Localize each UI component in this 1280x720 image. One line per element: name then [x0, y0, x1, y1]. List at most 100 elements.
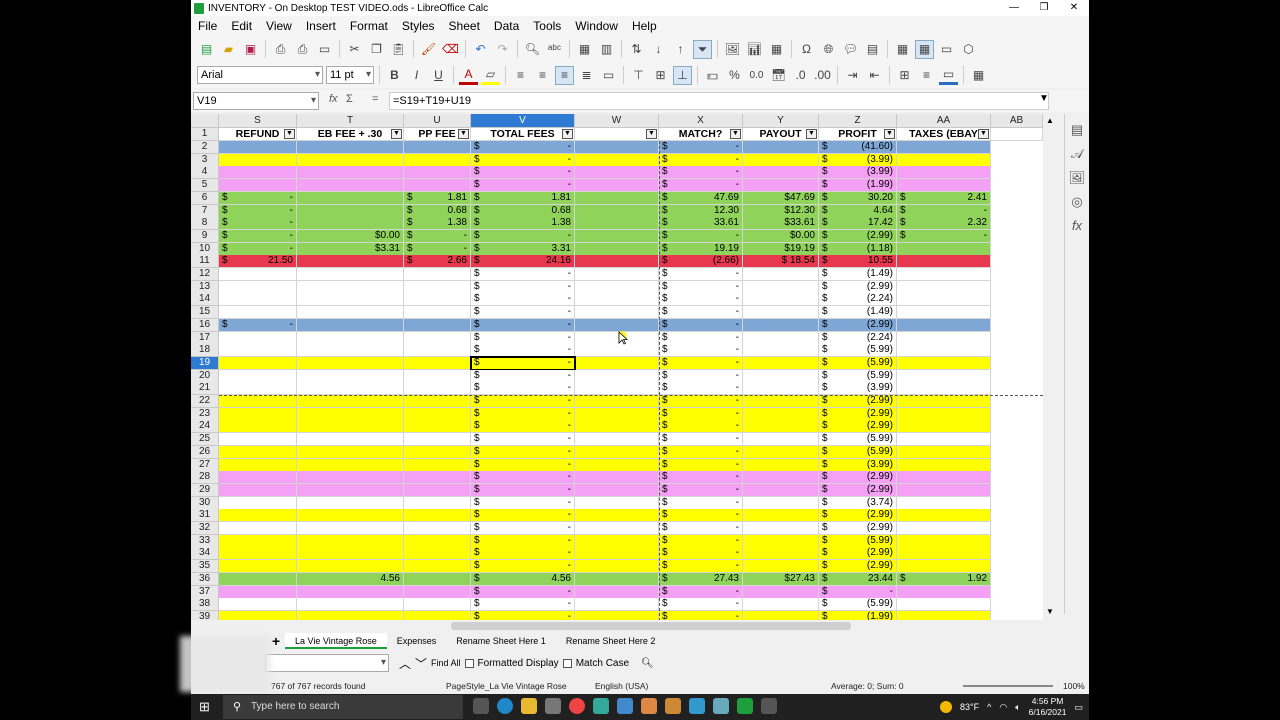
cell-u[interactable] [404, 382, 471, 396]
cell-w[interactable] [575, 483, 659, 497]
row-header[interactable]: 14 [191, 293, 219, 307]
cell-u[interactable] [404, 407, 471, 421]
export-pdf-icon[interactable]: ⎙ [271, 40, 290, 59]
merge-center-icon[interactable]: ▭ [599, 66, 618, 85]
cell-y[interactable] [743, 420, 819, 434]
cell-u[interactable] [404, 560, 471, 574]
print-icon[interactable]: ⎙ [293, 40, 312, 59]
chrome-icon[interactable] [569, 698, 585, 714]
cell-u[interactable] [404, 610, 471, 620]
cell-v[interactable]: $ - [471, 445, 575, 459]
menu-sheet[interactable]: Sheet [442, 19, 487, 33]
redo-icon[interactable]: ↷ [493, 40, 512, 59]
cell-s[interactable] [219, 331, 297, 345]
cell-x[interactable]: $19.19 [659, 242, 743, 256]
cell-u[interactable]: $1.38 [404, 217, 471, 231]
cell-aa[interactable] [897, 420, 991, 434]
freeze-rows-icon[interactable]: ▦ [915, 39, 934, 59]
cell-s[interactable]: $ - [219, 217, 297, 231]
column-header-x[interactable]: X [659, 114, 743, 128]
spelling-icon[interactable]: ᵃᵇᶜ [545, 40, 564, 59]
cell-w[interactable] [575, 585, 659, 599]
cell-s[interactable]: $ - [219, 242, 297, 256]
cell-z[interactable]: $ (2.99) [819, 280, 897, 294]
cell-t[interactable] [297, 153, 404, 167]
cell-w[interactable] [575, 268, 659, 281]
cell-aa[interactable] [897, 534, 991, 548]
split-window-icon[interactable]: ▭ [937, 40, 956, 59]
cell-aa[interactable] [897, 141, 991, 154]
network-icon[interactable]: ◠ [999, 702, 1007, 713]
match-case-checkbox[interactable] [562, 658, 572, 668]
cell-z[interactable]: $ (41.60) [819, 141, 897, 154]
cell-u[interactable]: $1.81 [404, 191, 471, 205]
find-previous-icon[interactable]: ︿ [399, 655, 411, 672]
cell-aa[interactable]: $ - [897, 229, 991, 243]
define-print-area-icon[interactable]: ▦ [893, 40, 912, 59]
cell-u[interactable] [404, 166, 471, 180]
insert-image-icon[interactable]: 🖼︎ [723, 40, 742, 59]
cell-u[interactable] [404, 356, 471, 370]
cell-v[interactable]: $ - [471, 534, 575, 548]
cell-x[interactable]: $ - [659, 153, 743, 167]
bold-button[interactable]: B [385, 66, 404, 85]
cell-x[interactable]: $ - [659, 598, 743, 612]
find-all-button[interactable]: Find All [431, 658, 461, 668]
cell-t[interactable] [297, 598, 404, 612]
clock[interactable]: 4:56 PM 6/16/2021 [1029, 696, 1067, 718]
cell-y[interactable]: $27.43 [743, 572, 819, 586]
cell-s[interactable] [219, 458, 297, 472]
cell-s[interactable]: $ - [219, 229, 297, 243]
cell-w[interactable] [575, 471, 659, 485]
save-icon[interactable]: ▣ [241, 40, 260, 59]
cell-z[interactable]: $ (1.18) [819, 242, 897, 256]
cell-w[interactable] [575, 382, 659, 396]
cell-aa[interactable] [897, 306, 991, 320]
find-replace-dialog-icon[interactable]: 🔍︎ [641, 658, 654, 669]
cell-u[interactable] [404, 585, 471, 599]
cell-s[interactable] [219, 610, 297, 620]
autofilter-dropdown-icon[interactable]: ▼ [646, 129, 657, 139]
cell-aa[interactable]: $2.32 [897, 217, 991, 231]
cell-s[interactable] [219, 483, 297, 497]
cell-v[interactable]: $ - [471, 268, 575, 281]
cell-x[interactable]: $ - [659, 306, 743, 320]
cell-t[interactable] [297, 306, 404, 320]
column-title-cell[interactable]: MATCH? ▼ [659, 128, 743, 141]
row-header[interactable]: 29 [191, 483, 219, 497]
cell-u[interactable] [404, 547, 471, 561]
column-header-v[interactable]: V [471, 114, 575, 128]
row-header[interactable]: 3 [191, 153, 219, 167]
cell-t[interactable] [297, 483, 404, 497]
italic-button[interactable]: I [407, 66, 426, 85]
sheet-tab[interactable]: La Vie Vintage Rose [285, 633, 387, 649]
row-header[interactable]: 19 [191, 356, 219, 370]
column-title-cell[interactable]: TAXES (EBAY ▼ [897, 128, 991, 141]
cell-z[interactable]: $ (5.99) [819, 344, 897, 358]
cell-s[interactable] [219, 496, 297, 510]
cell-z[interactable]: $ (5.99) [819, 356, 897, 370]
clone-formatting-icon[interactable]: 🖌︎ [419, 40, 438, 59]
cell-x[interactable]: $ - [659, 458, 743, 472]
cell-x[interactable]: $ (2.66) [659, 255, 743, 269]
cell-aa[interactable] [897, 483, 991, 497]
comment-icon[interactable]: 💬︎ [841, 40, 860, 59]
border-color-icon[interactable]: ▭ [939, 66, 958, 85]
row-header[interactable]: 20 [191, 369, 219, 383]
row-header[interactable]: 2 [191, 141, 219, 154]
cell-aa[interactable] [897, 560, 991, 574]
cell-t[interactable] [297, 407, 404, 421]
cell-s[interactable] [219, 445, 297, 459]
cell-z[interactable]: $ (2.24) [819, 293, 897, 307]
cell-z[interactable]: $ (2.99) [819, 522, 897, 535]
cell-z[interactable]: $ (2.99) [819, 547, 897, 561]
row-header[interactable]: 1 [191, 128, 219, 141]
cell-w[interactable] [575, 306, 659, 320]
app-icon[interactable] [641, 698, 657, 714]
cell-aa[interactable] [897, 585, 991, 599]
cell-y[interactable]: $ 18.54 [743, 255, 819, 269]
functions-icon[interactable]: fx [1065, 218, 1089, 233]
align-left-icon[interactable]: ≡ [511, 66, 530, 85]
cell-aa[interactable] [897, 166, 991, 180]
cell-t[interactable] [297, 255, 404, 269]
